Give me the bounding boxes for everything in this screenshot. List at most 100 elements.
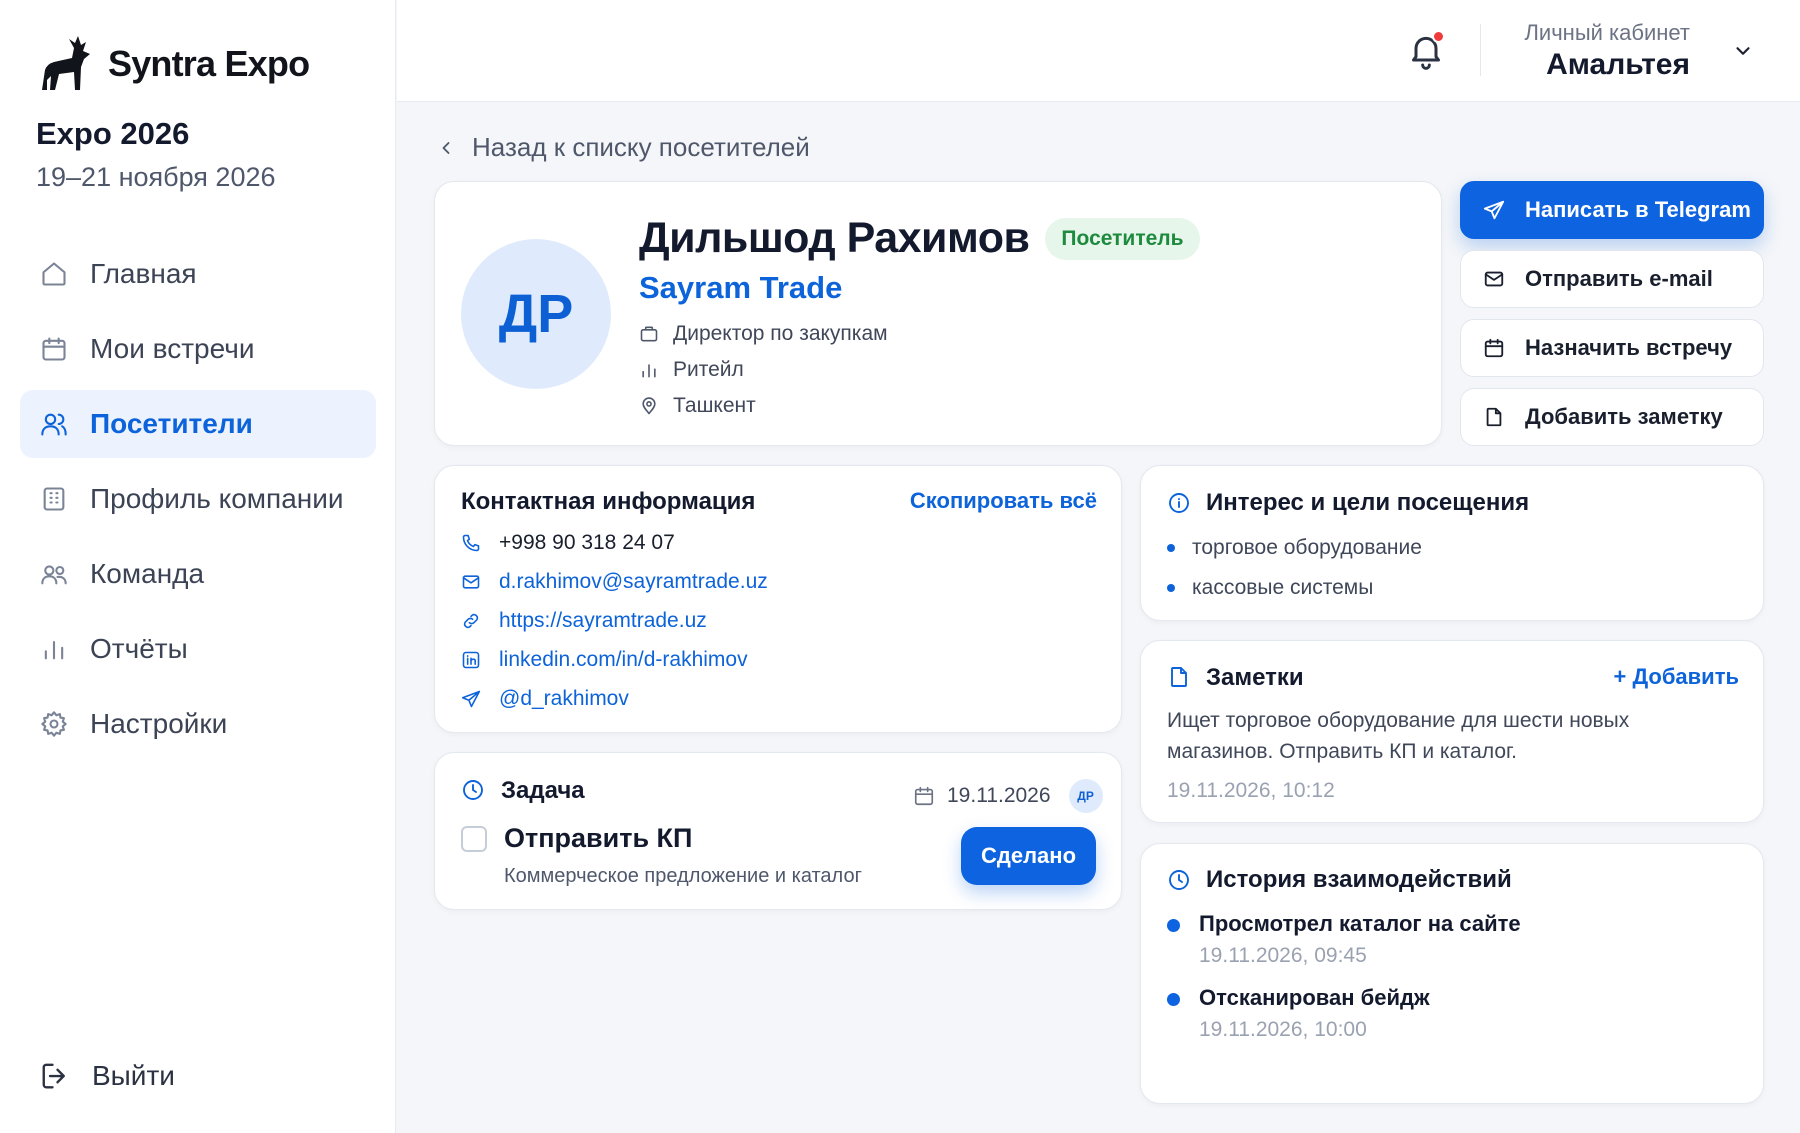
calendar-icon bbox=[914, 786, 934, 806]
contact-website[interactable]: https://sayramtrade.uz bbox=[461, 609, 707, 633]
sidebar-item-label: Посетители bbox=[90, 408, 253, 439]
notification-dot bbox=[1432, 30, 1445, 43]
clock-icon bbox=[1169, 870, 1189, 890]
sidebar-item-label: Команда bbox=[90, 558, 205, 589]
interest-item: кассовые системы bbox=[1167, 576, 1373, 600]
sidebar-item-label: Мои встречи bbox=[90, 333, 255, 364]
send-icon bbox=[461, 690, 481, 708]
brand-name: Syntra Expo bbox=[108, 43, 310, 84]
history-time: 19.11.2026, 10:00 bbox=[1199, 1018, 1367, 1041]
chevron-left-icon bbox=[442, 141, 450, 154]
task-checkbox[interactable] bbox=[461, 826, 487, 852]
gear-icon bbox=[41, 711, 67, 737]
sidebar-item-home[interactable]: Главная bbox=[20, 240, 376, 308]
task-card-title: Задача bbox=[501, 777, 585, 804]
mail-icon bbox=[1484, 271, 1504, 287]
linkedin-link: linkedin.com/in/d-rakhimov bbox=[499, 648, 748, 671]
history-card: История взаимодействий Просмотрел катало… bbox=[1140, 843, 1764, 1104]
notes-card-title: Заметки bbox=[1206, 664, 1304, 691]
task-date-text: 19.11.2026 bbox=[947, 784, 1051, 807]
phone-text: +998 90 318 24 07 bbox=[499, 531, 675, 554]
sidebar-item-label: Настройки bbox=[90, 708, 228, 739]
account-label: Личный кабинет bbox=[1524, 20, 1690, 45]
sidebar-item-team[interactable]: Команда bbox=[20, 540, 376, 608]
add-note-button-label: Добавить заметку bbox=[1525, 404, 1723, 429]
notes-card: Заметки + Добавить Ищет торговое оборудо… bbox=[1140, 640, 1764, 823]
sidebar-item-visitors[interactable]: Посетители bbox=[20, 390, 376, 458]
bar-chart-icon bbox=[44, 640, 64, 660]
position-text: Директор по закупкам bbox=[673, 322, 888, 345]
bullet-dot bbox=[1167, 584, 1175, 592]
profile-name-row: Дильшод Рахимов Посетитель bbox=[639, 214, 1200, 263]
website-link: https://sayramtrade.uz bbox=[499, 609, 707, 632]
divider bbox=[1480, 24, 1481, 76]
home-icon bbox=[42, 262, 66, 286]
sidebar-item-settings[interactable]: Настройки bbox=[20, 690, 376, 758]
email-button-label: Отправить e-mail bbox=[1525, 266, 1713, 291]
industry-text: Ритейл bbox=[673, 358, 744, 381]
bullet-dot bbox=[1167, 544, 1175, 552]
logout-button[interactable]: Выйти bbox=[40, 1060, 175, 1092]
interests-card: Интерес и цели посещения торговое оборуд… bbox=[1140, 465, 1764, 621]
sidebar-item-label: Профиль компании bbox=[90, 483, 344, 514]
contact-email[interactable]: d.rakhimov@sayramtrade.uz bbox=[461, 570, 768, 594]
history-time: 19.11.2026, 09:45 bbox=[1199, 944, 1367, 967]
sidebar-item-reports[interactable]: Отчёты bbox=[20, 615, 376, 683]
note-text: Ищет торговое оборудование для шести нов… bbox=[1167, 709, 1630, 763]
team-icon bbox=[41, 565, 67, 585]
done-button[interactable]: Сделано bbox=[961, 827, 1096, 885]
account-menu[interactable]: Личный кабинет Амальтея bbox=[1524, 20, 1690, 82]
logout-label: Выйти bbox=[92, 1060, 175, 1091]
task-name: Отправить КП bbox=[504, 823, 693, 853]
back-link-label: Назад к списку посетителей bbox=[472, 132, 810, 162]
email-link: d.rakhimov@sayramtrade.uz bbox=[499, 570, 768, 593]
meeting-button-label: Назначить встречу bbox=[1525, 335, 1733, 360]
task-due-date: 19.11.2026 ДР bbox=[913, 779, 1103, 813]
contact-linkedin[interactable]: linkedin.com/in/d-rakhimov bbox=[461, 648, 748, 672]
sidebar-item-company-profile[interactable]: Профиль компании bbox=[20, 465, 376, 533]
phone-icon bbox=[462, 534, 480, 552]
task-card: Задача 19.11.2026 ДР Отправить КП Коммер… bbox=[434, 752, 1122, 910]
sidebar-item-label: Главная bbox=[90, 258, 197, 289]
telegram-link: @d_rakhimov bbox=[499, 687, 629, 710]
back-link[interactable]: Назад к списку посетителей bbox=[436, 132, 810, 163]
profile-name: Дильшод Рахимов bbox=[639, 214, 1030, 262]
telegram-button[interactable]: Написать в Telegram bbox=[1460, 181, 1764, 239]
event-dates: 19–21 ноября 2026 bbox=[36, 162, 276, 192]
profile-industry: Ритейл bbox=[639, 358, 744, 382]
chevron-down-icon[interactable] bbox=[1732, 40, 1754, 62]
event-name: Expo 2026 bbox=[36, 116, 190, 151]
city-text: Ташкент bbox=[673, 394, 756, 417]
history-title: Отсканирован бейдж bbox=[1199, 985, 1430, 1010]
account-name: Амальтея bbox=[1546, 48, 1690, 81]
copy-all-button[interactable]: Скопировать всё bbox=[910, 488, 1097, 514]
avatar: ДР bbox=[461, 239, 611, 389]
contact-card: Контактная информация Скопировать всё +9… bbox=[434, 465, 1122, 733]
clock-icon bbox=[463, 780, 483, 800]
timeline-dot bbox=[1167, 993, 1180, 1006]
task-description: Коммерческое предложение и каталог bbox=[504, 865, 862, 887]
interest-text: кассовые системы bbox=[1192, 576, 1374, 599]
telegram-button-label: Написать в Telegram bbox=[1525, 197, 1751, 222]
add-note-link[interactable]: + Добавить bbox=[1613, 664, 1739, 690]
sidebar-item-meetings[interactable]: Мои встречи bbox=[20, 315, 376, 383]
profile-actions: Написать в Telegram Отправить e-mail Наз… bbox=[1460, 181, 1764, 457]
profile-city: Ташкент bbox=[639, 394, 756, 418]
sidebar-nav: Главная Мои встречи Посетители Профиль к… bbox=[20, 240, 376, 765]
status-badge: Посетитель bbox=[1045, 217, 1200, 260]
logout-icon bbox=[42, 1063, 65, 1089]
profile-company[interactable]: Sayram Trade bbox=[639, 270, 842, 306]
document-icon bbox=[1486, 407, 1502, 427]
contact-phone[interactable]: +998 90 318 24 07 bbox=[461, 531, 675, 555]
interests-card-title: Интерес и цели посещения bbox=[1206, 489, 1530, 516]
building-icon bbox=[43, 487, 65, 511]
profile-position: Директор по закупкам bbox=[639, 322, 888, 346]
brand-logo[interactable]: Syntra Expo bbox=[34, 34, 310, 94]
email-button[interactable]: Отправить e-mail bbox=[1460, 250, 1764, 308]
add-note-button[interactable]: Добавить заметку bbox=[1460, 388, 1764, 446]
schedule-meeting-button[interactable]: Назначить встречу bbox=[1460, 319, 1764, 377]
calendar-icon bbox=[42, 337, 66, 361]
interest-text: торговое оборудование bbox=[1192, 536, 1422, 559]
sidebar: Syntra Expo Expo 2026 19–21 ноября 2026 … bbox=[0, 0, 396, 1133]
contact-telegram[interactable]: @d_rakhimov bbox=[461, 687, 629, 711]
